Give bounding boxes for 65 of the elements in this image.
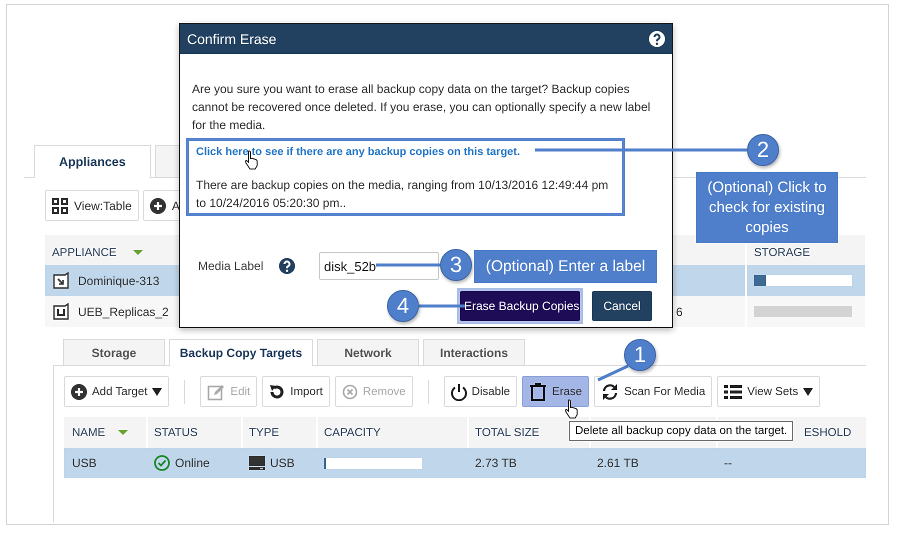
refresh-icon	[269, 384, 286, 400]
field-label: Media Label	[198, 259, 264, 273]
appliance-name: Dominique-313	[78, 274, 160, 288]
backup-info-text: There are backup copies on the media, ranging from 10/13/2016 12:49:44 pm to 10/24/2016 05:20:30 pm..	[196, 177, 610, 212]
column-header[interactable]: APPLIANCE	[52, 246, 117, 258]
grid-icon	[52, 198, 68, 214]
column-header[interactable]: CAPACITY	[324, 426, 381, 438]
toolbar-button[interactable]: Erase	[522, 376, 590, 407]
table-cell: 2.61 TB	[597, 456, 639, 470]
toolbar-button[interactable]: Add Target	[64, 376, 170, 407]
table-cell: 2.73 TB	[475, 456, 517, 470]
add-icon	[150, 198, 166, 214]
leader-line	[597, 364, 629, 382]
step-number: 2	[747, 134, 779, 166]
media-label-field[interactable]: disk_52b	[319, 252, 439, 280]
appliance-icon	[52, 302, 70, 320]
help-icon[interactable]	[279, 258, 295, 274]
help-icon[interactable]	[649, 31, 665, 47]
tab[interactable]: Backup Copy Targets	[169, 339, 313, 366]
check-copies-link[interactable]: Click here to see if there are any backup copies on this target.	[196, 146, 520, 158]
edit-icon	[207, 382, 226, 400]
table-cell: USB	[72, 456, 97, 470]
table-cell: USB	[270, 456, 295, 470]
list-icon	[724, 384, 742, 400]
refresh-icon	[601, 382, 620, 400]
table-cell: 6	[676, 304, 683, 318]
dialog-title: Confirm Erase	[187, 31, 276, 47]
toolbar-button[interactable]: Disable	[444, 376, 518, 407]
column-header[interactable]: STATUS	[154, 426, 198, 438]
caret-icon	[152, 388, 162, 396]
toolbar-button[interactable]: View:Table	[45, 190, 139, 221]
tab[interactable]: Interactions	[423, 339, 525, 365]
dialog-message: Are you sure you want to erase all backup copy data on the target? Backup copies cannot be recovered once deleted. If you erase, you can optionally specify a new label for the media.	[192, 81, 652, 134]
dialog-button[interactable]: Erase Backup Copies	[460, 291, 580, 321]
leader-line	[419, 304, 465, 308]
drive-icon	[249, 455, 265, 471]
trash-icon	[529, 382, 548, 400]
power-icon	[450, 382, 467, 400]
step-number: 1	[624, 339, 656, 371]
remove-icon	[342, 384, 358, 400]
callout-note: (Optional) Click to check for existing copies	[696, 172, 838, 243]
tab[interactable]: Network	[317, 339, 419, 365]
column-header[interactable]: STORAGE	[754, 246, 810, 258]
table-cell: --	[724, 456, 732, 470]
tab[interactable]: Storage	[63, 339, 165, 365]
toolbar-button[interactable]: Scan For Media	[594, 376, 712, 407]
dialog-button[interactable]: Cancel	[592, 291, 652, 321]
toolbar-button[interactable]: View Sets	[717, 376, 820, 407]
leader-line	[376, 264, 440, 266]
tab[interactable]: Appliances	[34, 145, 151, 178]
table-cell: Online	[175, 456, 210, 470]
column-header[interactable]: NAME	[72, 426, 106, 438]
column-header[interactable]: TOTAL SIZE	[475, 426, 540, 438]
callout-note: (Optional) Enter a label	[474, 250, 657, 283]
sort-icon	[118, 430, 128, 435]
tooltip: Delete all backup copy data on the target.	[569, 421, 794, 441]
appliance-icon	[52, 272, 70, 290]
add-icon	[71, 384, 87, 400]
caret-icon	[803, 388, 814, 396]
table-row[interactable]: USB Online USB 2.73 TB 2.61 TB --	[64, 448, 866, 478]
column-header[interactable]: TYPE	[249, 426, 280, 438]
toolbar-button[interactable]: Import	[262, 376, 330, 407]
appliance-name: UEB_Replicas_2	[78, 304, 169, 318]
sort-icon	[132, 250, 143, 255]
column-header[interactable]: ESHOLD	[804, 426, 852, 438]
